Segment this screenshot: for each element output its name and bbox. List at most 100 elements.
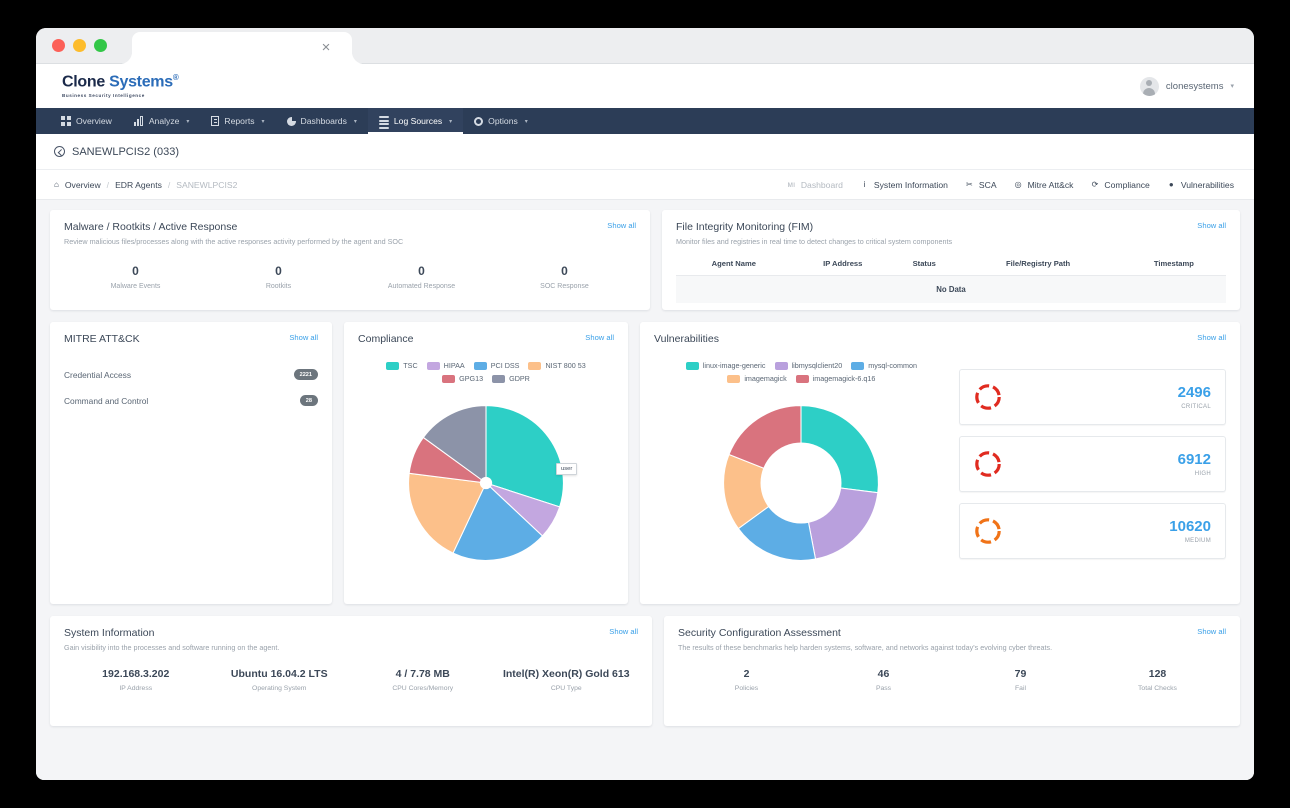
app-logo[interactable]: Clone Systems® Business Security Intelli… [56, 73, 179, 98]
tab-dashboard[interactable]: ᴍı Dashboard [787, 179, 843, 190]
tab-label: Vulnerabilities [1180, 179, 1234, 190]
home-icon[interactable]: ⌂ [54, 180, 59, 189]
show-all-link[interactable]: Show all [1197, 333, 1226, 342]
logo-registered-icon: ® [172, 73, 179, 83]
close-tab-icon[interactable]: × [318, 40, 334, 56]
table-header-row: Agent Name IP Address Status File/Regist… [676, 259, 1226, 276]
legend-item[interactable]: linux-image-generic [685, 361, 766, 370]
main-nav[interactable]: Overview Analyze ▾ Reports ▾ Dashboards … [36, 108, 1254, 134]
fim-card: File Integrity Monitoring (FIM) Monitor … [662, 210, 1240, 310]
stat-value: Ubuntu 16.04.2 LTS [230, 668, 328, 680]
breadcrumb-row: ⌂ Overview / EDR Agents / SANEWLPCIS2 ᴍı… [36, 170, 1254, 200]
nav-item-options[interactable]: Options ▾ [463, 108, 539, 134]
tab-system-information[interactable]: i System Information [860, 179, 948, 190]
chevron-down-icon: ▾ [353, 118, 357, 125]
breadcrumb-item-edr-agents[interactable]: EDR Agents [115, 180, 162, 190]
card-title: Vulnerabilities [654, 333, 719, 345]
maximize-window-button[interactable] [94, 39, 107, 52]
stat-label: Pass [875, 685, 892, 692]
nav-label: Analyze [148, 116, 180, 126]
column-header: File/Registry Path [954, 259, 1122, 276]
legend-swatch [851, 361, 865, 370]
dashboard-row-1: Malware / Rootkits / Active Response Rev… [50, 210, 1240, 310]
stat-value: 46 [877, 668, 890, 680]
legend-item[interactable]: PCI DSS [473, 361, 519, 370]
stat-policies: 2 Policies [678, 668, 815, 692]
legend-item[interactable]: imagemagick [727, 374, 787, 383]
minimize-window-button[interactable] [73, 39, 86, 52]
nav-label: Log Sources [393, 116, 443, 126]
tab-mitre-attack[interactable]: ◎ Mitre Att&ck [1014, 180, 1074, 190]
malware-stats: 0 Malware Events 0 Rootkits 0 Automated … [64, 264, 636, 290]
stat-operating-system: Ubuntu 16.04.2 LTS Operating System [208, 668, 352, 692]
tab-label: Mitre Att&ck [1027, 179, 1074, 190]
legend-swatch [774, 361, 788, 370]
section-tabs[interactable]: ᴍı Dashboard i System Information ✂ SCA … [787, 180, 1234, 190]
legend-item[interactable]: TSC [386, 361, 418, 370]
nav-item-log-sources[interactable]: Log Sources ▾ [367, 108, 464, 134]
stat-cpu-cores-memory: 4 / 7.78 MB CPU Cores/Memory [351, 668, 495, 692]
stack-icon [378, 116, 389, 129]
stat-value: Intel(R) Xeon(R) Gold 613 [502, 668, 630, 680]
legend-item[interactable]: libmysqlclient20 [774, 361, 842, 370]
tab-label: System Information [873, 179, 948, 190]
nav-label: Options [488, 116, 518, 126]
show-all-link[interactable]: Show all [289, 333, 318, 342]
nav-label: Overview [76, 116, 112, 126]
stat-rootkits: 0 Rootkits [207, 264, 350, 290]
back-icon[interactable] [54, 146, 65, 157]
severity-label: HIGH [1194, 470, 1211, 477]
severity-card-critical[interactable]: 2496 CRITICAL [958, 369, 1226, 425]
legend-swatch [426, 361, 440, 370]
show-all-link[interactable]: Show all [1197, 627, 1226, 636]
tab-label: Compliance [1104, 179, 1150, 190]
nav-item-analyze[interactable]: Analyze ▾ [123, 108, 201, 134]
card-subtitle: Review malicious files/processes along w… [64, 237, 404, 246]
donut-svg [723, 405, 880, 561]
nav-item-reports[interactable]: Reports ▾ [200, 108, 275, 134]
show-all-link[interactable]: Show all [1197, 221, 1226, 230]
show-all-link[interactable]: Show all [607, 221, 636, 230]
pie-svg [408, 405, 564, 561]
tab-label: Dashboard [800, 179, 843, 190]
window-controls[interactable] [52, 39, 107, 52]
nav-item-overview[interactable]: Overview [50, 108, 123, 134]
list-item[interactable]: Credential Access 2221 [64, 362, 319, 388]
legend-item[interactable]: imagemagick-6.q16 [795, 374, 875, 383]
severity-card-medium[interactable]: 10620 MEDIUM [958, 503, 1226, 559]
tab-vulnerabilities[interactable]: ● Vulnerabilities [1167, 180, 1234, 190]
list-item[interactable]: Command and Control 28 [64, 388, 319, 414]
stat-label: Rootkits [265, 283, 292, 290]
legend-swatch [727, 374, 741, 383]
legend-item[interactable]: GPG13 [442, 374, 483, 383]
vulnerabilities-legend: linux-image-generic libmysqlclient20 mys… [654, 361, 949, 383]
user-menu[interactable]: clonesystems ▾ [1139, 76, 1234, 96]
vulnerabilities-donut-chart[interactable] [654, 395, 949, 571]
show-all-link[interactable]: Show all [609, 627, 638, 636]
avatar [1139, 76, 1159, 96]
browser-tab[interactable]: × [132, 32, 352, 64]
stat-total-checks: 128 Total Checks [1089, 668, 1226, 692]
show-all-link[interactable]: Show all [585, 333, 614, 342]
stat-value: 192.168.3.202 [102, 668, 170, 680]
compliance-pie-chart[interactable]: user [358, 395, 614, 571]
legend-item[interactable]: NIST 800 53 [528, 361, 586, 370]
stat-label: Automated Response [387, 283, 456, 290]
stat-soc-response: 0 SOC Response [493, 264, 636, 290]
nav-item-dashboards[interactable]: Dashboards ▾ [276, 108, 368, 134]
breadcrumb-item-overview[interactable]: Overview [65, 180, 101, 190]
close-window-button[interactable] [52, 39, 65, 52]
tab-compliance[interactable]: ⟳ Compliance [1090, 179, 1150, 190]
table-row: No Data [676, 275, 1226, 303]
logo-tagline: Business Security Intelligence [62, 92, 145, 98]
fim-table: Agent Name IP Address Status File/Regist… [676, 259, 1226, 303]
legend-item[interactable]: HIPAA [426, 361, 465, 370]
severity-card-high[interactable]: 6912 HIGH [958, 436, 1226, 492]
card-subtitle: Gain visibility into the processes and s… [64, 643, 280, 652]
stat-malware-events: 0 Malware Events [64, 264, 207, 290]
system-information-card: System Information Gain visibility into … [50, 616, 652, 726]
legend-item[interactable]: GDPR [492, 374, 530, 383]
tab-sca[interactable]: ✂ SCA [965, 180, 997, 190]
legend-swatch [442, 374, 456, 383]
legend-item[interactable]: mysql-common [851, 361, 917, 370]
